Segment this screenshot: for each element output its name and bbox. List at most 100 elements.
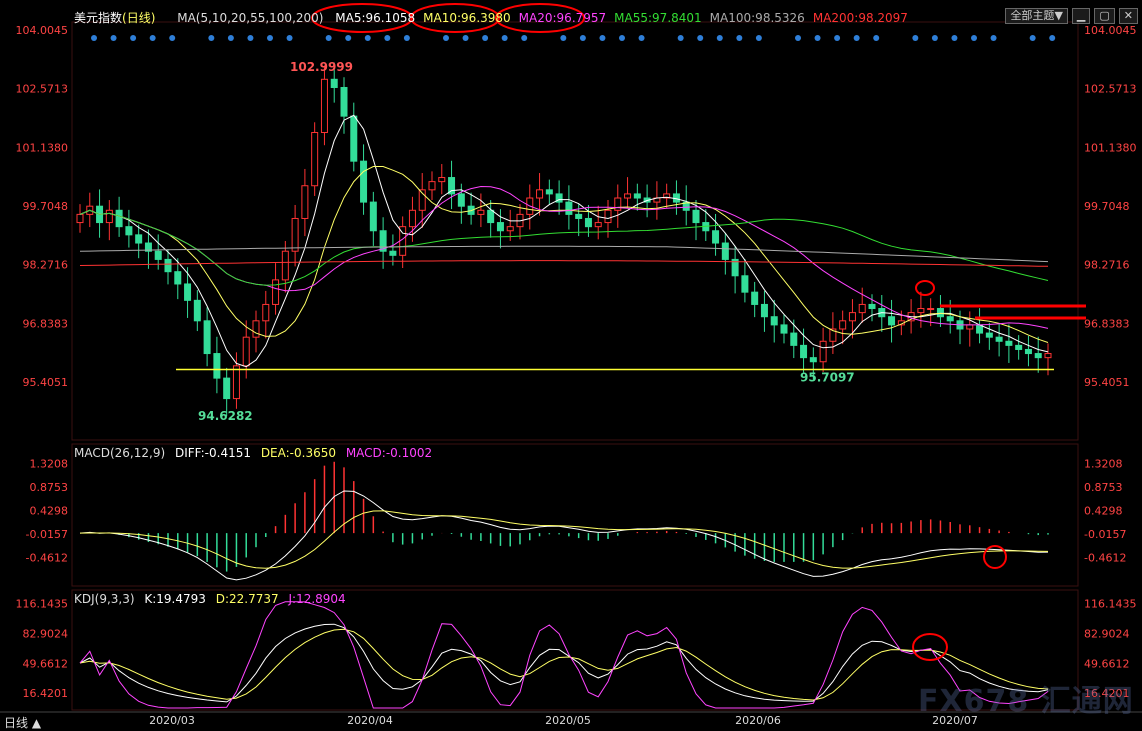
kdj-tick-right: 116.1435 bbox=[1084, 597, 1137, 610]
annotation-circle-kdj bbox=[912, 633, 948, 661]
signal-dot bbox=[286, 35, 293, 41]
candle-body bbox=[135, 234, 143, 244]
kdj-d: D:22.7737 bbox=[215, 592, 279, 606]
ma-value-4: MA100:98.5326 bbox=[709, 11, 805, 25]
candle-body bbox=[457, 193, 465, 207]
macd-tick-right: 1.3208 bbox=[1084, 458, 1123, 471]
signal-dot bbox=[110, 35, 117, 41]
theme-dropdown[interactable]: 全部主题▼ bbox=[1005, 8, 1068, 24]
candle-body bbox=[438, 177, 446, 183]
chart-canvas[interactable]: 104.0045 104.0045 102.5713 102.5713 101.1380… bbox=[0, 0, 1142, 730]
support-label: 95.7097 bbox=[800, 371, 855, 385]
price-tick-left: 102.5713 bbox=[16, 83, 69, 96]
candle-body bbox=[125, 226, 133, 236]
candle-body bbox=[780, 324, 788, 334]
macd-diff-line bbox=[79, 490, 1049, 581]
signal-dot bbox=[227, 35, 234, 41]
price-tick-left: 95.4051 bbox=[23, 376, 69, 389]
candle-body bbox=[360, 160, 368, 203]
ma-line-200 bbox=[79, 260, 1049, 267]
candle-body bbox=[809, 357, 817, 363]
signal-dot bbox=[247, 35, 254, 41]
candle-body bbox=[819, 340, 827, 363]
signal-dot bbox=[130, 35, 137, 41]
candle-body bbox=[105, 209, 113, 224]
candle-body bbox=[917, 308, 925, 314]
candle-body bbox=[946, 316, 954, 322]
signal-dot bbox=[638, 35, 645, 41]
panel-border-0 bbox=[71, 21, 1079, 441]
annotation-circle-price bbox=[915, 280, 935, 296]
candle-body bbox=[614, 197, 622, 211]
candle-body bbox=[1044, 353, 1052, 359]
signal-dot bbox=[677, 35, 684, 41]
ma-line-20 bbox=[79, 185, 1049, 329]
price-tick-left: 96.8383 bbox=[23, 317, 69, 330]
date-tick: 2020/06 bbox=[735, 714, 781, 727]
toolbar: 全部主题▼ ▁ ▢ ✕ bbox=[1005, 8, 1138, 24]
macd-label: MACD(26,12,9) bbox=[74, 446, 166, 460]
candle-body bbox=[389, 250, 397, 256]
macd-tick-right: 0.4298 bbox=[1084, 504, 1123, 517]
price-tick-left: 101.1380 bbox=[16, 141, 69, 154]
period-selector[interactable]: 日线 ▲ bbox=[4, 714, 41, 731]
price-panel[interactable] bbox=[76, 35, 1056, 417]
period-tag[interactable]: (日线) bbox=[122, 11, 155, 25]
window-min-button[interactable]: ▁ bbox=[1071, 8, 1091, 24]
candle-body bbox=[536, 189, 544, 199]
candle-body bbox=[291, 217, 299, 252]
candle-body bbox=[115, 209, 123, 228]
price-tick-left: 104.0045 bbox=[16, 24, 69, 37]
macd-value: MACD:-0.1002 bbox=[345, 446, 433, 460]
candle-body bbox=[868, 303, 876, 310]
signal-dot bbox=[716, 35, 723, 41]
price-tick-left: 98.2716 bbox=[23, 259, 69, 272]
signal-dot bbox=[795, 35, 801, 41]
macd-dea-line bbox=[79, 510, 1049, 569]
signal-dot bbox=[403, 35, 410, 41]
candle-body bbox=[545, 189, 553, 195]
candle-body bbox=[936, 308, 944, 318]
signal-dot bbox=[619, 35, 625, 41]
candle-body bbox=[1024, 348, 1032, 355]
price-tick-right: 101.1380 bbox=[1084, 141, 1137, 154]
ma-value-0: MA5:96.1058 bbox=[335, 11, 416, 25]
candle-body bbox=[487, 209, 495, 224]
watermark: FX678 汇通网 bbox=[918, 684, 1134, 719]
kdj-tick-left: 116.1435 bbox=[16, 597, 69, 610]
signal-dot bbox=[736, 35, 743, 41]
signal-dot bbox=[384, 35, 391, 41]
price-tick-right: 95.4051 bbox=[1084, 376, 1130, 389]
candle-body bbox=[1034, 353, 1042, 359]
candle-body bbox=[966, 324, 974, 330]
candle-body bbox=[858, 303, 866, 314]
chart-header: 美元指数(日线) MA(5,10,20,55,100,200) MA5:96.1… bbox=[74, 9, 908, 26]
candle-body bbox=[184, 283, 192, 301]
macd-tick-right: -0.0157 bbox=[1084, 528, 1126, 541]
signal-dot bbox=[853, 35, 860, 41]
candle-body bbox=[164, 258, 172, 273]
candle-body bbox=[320, 78, 328, 134]
kdj-panel[interactable] bbox=[79, 601, 1049, 709]
signal-dot bbox=[931, 35, 938, 41]
macd-panel[interactable] bbox=[79, 461, 1049, 581]
candle-body bbox=[790, 332, 798, 346]
window-max-button[interactable]: ▢ bbox=[1094, 8, 1115, 24]
candle-body bbox=[839, 320, 847, 330]
close-button[interactable]: ✕ bbox=[1118, 8, 1138, 24]
signal-dot bbox=[912, 35, 919, 41]
signal-dot bbox=[599, 35, 606, 41]
price-tick-left: 99.7048 bbox=[23, 200, 69, 213]
kdj-tick-left: 16.4201 bbox=[23, 687, 69, 700]
signal-dot bbox=[755, 35, 762, 41]
kdj-tick-left: 82.9024 bbox=[23, 627, 69, 640]
signal-dot bbox=[697, 35, 704, 41]
macd-tick-left: 0.8753 bbox=[30, 481, 69, 494]
candle-body bbox=[242, 336, 250, 367]
kdj-k: K:19.4793 bbox=[144, 592, 206, 606]
macd-tick-left: 1.3208 bbox=[30, 458, 69, 471]
macd-tick-left: 0.4298 bbox=[30, 504, 69, 517]
kdj-tick-right: 82.9024 bbox=[1084, 627, 1130, 640]
candle-body bbox=[428, 181, 436, 191]
candle-body bbox=[262, 303, 270, 322]
